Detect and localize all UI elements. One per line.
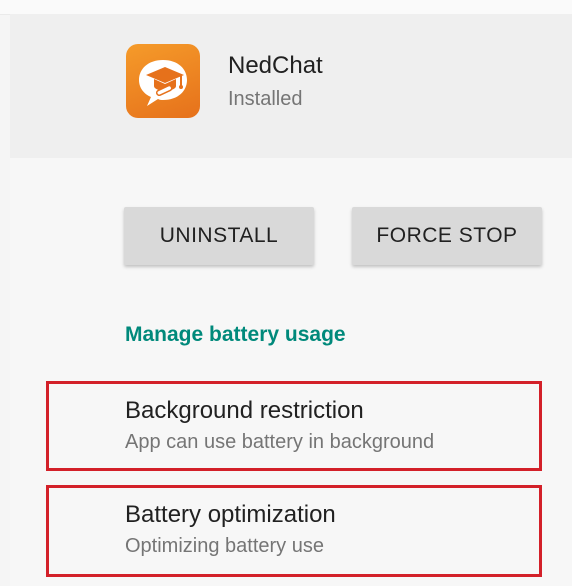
battery-section-title: Manage battery usage [125, 323, 346, 346]
graduation-cap-chat-icon [139, 60, 187, 106]
background-restriction-title: Background restriction [125, 397, 364, 424]
battery-optimization-title: Battery optimization [125, 501, 336, 528]
app-name: NedChat [228, 52, 323, 79]
force-stop-button[interactable]: FORCE STOP [352, 207, 542, 265]
app-info-content: UNINSTALL FORCE STOP Manage battery usag… [10, 158, 572, 586]
app-install-status: Installed [228, 88, 303, 110]
uninstall-button[interactable]: UNINSTALL [124, 207, 314, 265]
status-strip [0, 0, 572, 15]
background-restriction-summary: App can use battery in background [125, 431, 435, 453]
nedchat-app-icon [126, 44, 200, 118]
battery-optimization-summary: Optimizing battery use [125, 535, 324, 557]
battery-optimization-item[interactable]: Battery optimization Optimizing battery … [46, 485, 542, 577]
app-header: NedChat Installed [10, 14, 572, 158]
background-restriction-item[interactable]: Background restriction App can use batte… [46, 381, 542, 471]
